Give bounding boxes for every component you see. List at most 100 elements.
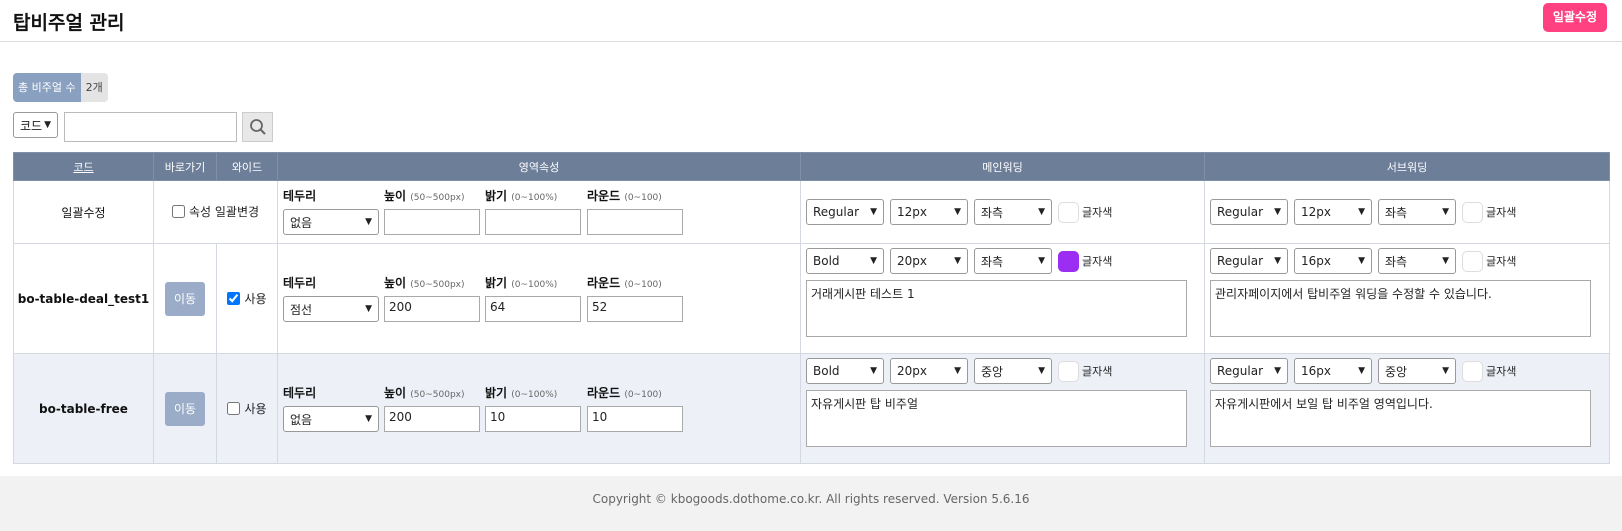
main-size-select[interactable]: 12px ▼ bbox=[890, 199, 968, 225]
chevron-down-icon: ▼ bbox=[954, 207, 961, 217]
row-shortcut-cell: 이동 bbox=[153, 243, 217, 354]
sub-weight-select[interactable]: Regular ▼ bbox=[1210, 358, 1288, 384]
chevron-down-icon: ▼ bbox=[1358, 256, 1365, 266]
border-select[interactable]: 없음 ▼ bbox=[283, 406, 379, 432]
brightness-input[interactable]: 10 bbox=[485, 406, 581, 432]
visual-count-label: 총 비주얼 수 bbox=[13, 73, 81, 102]
sub-align-select[interactable]: 좌측 ▼ bbox=[1378, 199, 1456, 225]
brightness-input[interactable]: 64 bbox=[485, 296, 581, 322]
main-color-swatch[interactable] bbox=[1058, 360, 1079, 382]
wide-use-checkbox[interactable]: 사용 bbox=[227, 400, 267, 417]
main-wording-textarea[interactable]: 자유게시판 탑 비주얼 bbox=[806, 390, 1187, 447]
round-input[interactable]: 10 bbox=[587, 406, 683, 432]
sub-align-value: 좌측 bbox=[1385, 205, 1408, 220]
sub-align-select[interactable]: 중앙 ▼ bbox=[1378, 358, 1456, 384]
sub-wording-textarea[interactable]: 자유게시판에서 보일 탑 비주얼 영역입니다. bbox=[1210, 390, 1591, 447]
sub-color-swatch[interactable] bbox=[1462, 250, 1483, 272]
border-select-value: 점선 bbox=[290, 302, 313, 317]
chevron-down-icon: ▼ bbox=[870, 366, 877, 376]
visual-count-badge: 총 비주얼 수 2개 bbox=[13, 73, 108, 102]
table-row: bo-table-free 이동 사용 테두리 없음 ▼ 높이 (50~500p… bbox=[13, 353, 1610, 464]
col-header-code[interactable]: 코드 bbox=[13, 152, 154, 181]
round-label: 라운드 bbox=[587, 276, 621, 290]
bulk-attr-label: 속성 일괄변경 bbox=[188, 205, 260, 219]
sub-size-select[interactable]: 16px ▼ bbox=[1294, 248, 1372, 274]
border-select[interactable]: 점선 ▼ bbox=[283, 296, 379, 322]
bulk-row-code: 일괄수정 bbox=[13, 180, 154, 244]
border-label: 테두리 bbox=[283, 276, 317, 290]
main-weight-select[interactable]: Bold ▼ bbox=[806, 358, 884, 384]
chevron-down-icon: ▼ bbox=[1442, 256, 1449, 266]
height-input[interactable]: 200 bbox=[384, 406, 480, 432]
main-size-select[interactable]: 20px ▼ bbox=[890, 248, 968, 274]
bulk-edit-button[interactable]: 일괄수정 bbox=[1542, 3, 1607, 32]
main-align-value: 좌측 bbox=[981, 254, 1004, 269]
main-weight-select[interactable]: Bold ▼ bbox=[806, 248, 884, 274]
border-select-value: 없음 bbox=[290, 412, 313, 427]
move-button[interactable]: 이동 bbox=[165, 391, 205, 426]
height-label: 높이 bbox=[384, 189, 407, 203]
row-wide-cell: 사용 bbox=[216, 243, 278, 354]
sub-size-value: 16px bbox=[1301, 254, 1331, 268]
col-header-wide: 와이드 bbox=[216, 152, 278, 181]
row-code: bo-table-deal_test1 bbox=[13, 243, 154, 354]
sub-size-value: 16px bbox=[1301, 364, 1331, 378]
bulk-main-wording-cell: Regular ▼ 12px ▼ 좌측 ▼ 글자색 bbox=[800, 180, 1205, 244]
sub-size-select[interactable]: 12px ▼ bbox=[1294, 199, 1372, 225]
brightness-input[interactable] bbox=[485, 209, 581, 235]
sub-weight-select[interactable]: Regular ▼ bbox=[1210, 199, 1288, 225]
round-input[interactable] bbox=[587, 209, 683, 235]
height-input[interactable] bbox=[384, 209, 480, 235]
main-align-select[interactable]: 중앙 ▼ bbox=[974, 358, 1052, 384]
search-field-select[interactable]: 코드 ▼ bbox=[13, 112, 58, 138]
border-select-value: 없음 bbox=[290, 215, 313, 230]
main-weight-select[interactable]: Regular ▼ bbox=[806, 199, 884, 225]
round-hint: (0~100) bbox=[624, 280, 662, 290]
page-footer: Copyright © kbogoods.dothome.co.kr. All … bbox=[0, 476, 1622, 531]
round-hint: (0~100) bbox=[624, 390, 662, 400]
sub-wording-textarea[interactable]: 관리자페이지에서 탑비주얼 워딩을 수정할 수 있습니다. bbox=[1210, 280, 1591, 337]
copyright-text: Copyright © kbogoods.dothome.co.kr. All … bbox=[592, 492, 1030, 506]
sub-align-select[interactable]: 좌측 ▼ bbox=[1378, 248, 1456, 274]
main-align-select[interactable]: 좌측 ▼ bbox=[974, 248, 1052, 274]
round-input[interactable]: 52 bbox=[587, 296, 683, 322]
row-shortcut-cell: 이동 bbox=[153, 353, 217, 464]
wide-use-checkbox-input[interactable] bbox=[227, 401, 241, 415]
main-align-select[interactable]: 좌측 ▼ bbox=[974, 199, 1052, 225]
sub-color-swatch[interactable] bbox=[1462, 201, 1483, 223]
main-size-value: 20px bbox=[897, 254, 927, 268]
main-align-value: 좌측 bbox=[981, 205, 1004, 220]
chevron-down-icon: ▼ bbox=[1358, 207, 1365, 217]
sub-color-swatch[interactable] bbox=[1462, 360, 1483, 382]
main-size-value: 20px bbox=[897, 364, 927, 378]
row-code: bo-table-free bbox=[13, 353, 154, 464]
height-label: 높이 bbox=[384, 386, 407, 400]
wide-use-checkbox[interactable]: 사용 bbox=[227, 290, 267, 307]
brightness-hint: (0~100%) bbox=[511, 280, 558, 290]
border-select[interactable]: 없음 ▼ bbox=[283, 209, 379, 235]
search-input[interactable] bbox=[64, 112, 237, 142]
main-align-value: 중앙 bbox=[981, 364, 1004, 379]
row-wide-cell: 사용 bbox=[216, 353, 278, 464]
sub-size-select[interactable]: 16px ▼ bbox=[1294, 358, 1372, 384]
border-label: 테두리 bbox=[283, 386, 317, 400]
sub-color-label: 글자색 bbox=[1486, 206, 1517, 219]
move-button[interactable]: 이동 bbox=[165, 281, 205, 316]
main-size-select[interactable]: 20px ▼ bbox=[890, 358, 968, 384]
sub-weight-value: Regular bbox=[1217, 364, 1264, 378]
brightness-label: 밝기 bbox=[485, 386, 508, 400]
chevron-down-icon: ▼ bbox=[1358, 366, 1365, 376]
main-wording-textarea[interactable]: 거래게시판 테스트 1 bbox=[806, 280, 1187, 337]
bulk-attr-checkbox-input[interactable] bbox=[171, 205, 185, 218]
search-button[interactable] bbox=[242, 112, 273, 142]
search-field-value: 코드 bbox=[20, 118, 43, 133]
main-size-value: 12px bbox=[897, 205, 927, 219]
main-color-swatch[interactable] bbox=[1058, 250, 1079, 272]
wide-use-checkbox-input[interactable] bbox=[227, 291, 241, 305]
bulk-attr-checkbox[interactable]: 속성 일괄변경 bbox=[171, 203, 260, 220]
bulk-attr-cell: 속성 일괄변경 bbox=[153, 180, 278, 244]
height-input[interactable]: 200 bbox=[384, 296, 480, 322]
brightness-hint: (0~100%) bbox=[511, 390, 558, 400]
sub-weight-select[interactable]: Regular ▼ bbox=[1210, 248, 1288, 274]
main-color-swatch[interactable] bbox=[1058, 201, 1079, 223]
